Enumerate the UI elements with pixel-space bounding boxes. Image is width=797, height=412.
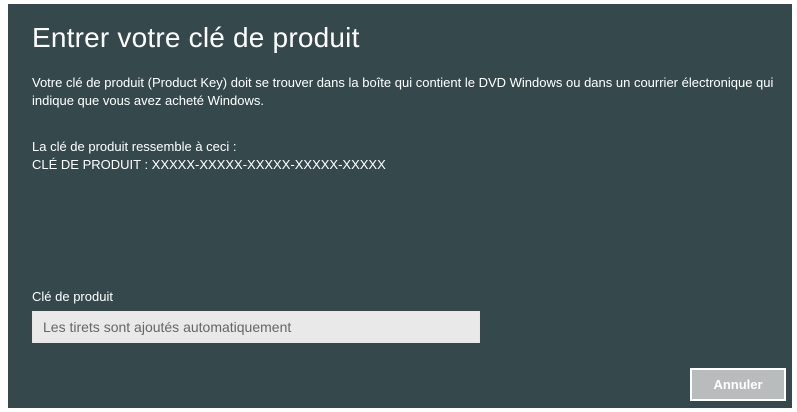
product-key-input[interactable] bbox=[32, 311, 480, 343]
dialog-description: Votre clé de produit (Product Key) doit … bbox=[32, 75, 774, 108]
example-key-text: CLÉ DE PRODUIT : XXXXX-XXXXX-XXXXX-XXXXX… bbox=[32, 157, 386, 172]
example-intro-text: La clé de produit ressemble à ceci : bbox=[32, 139, 237, 154]
product-key-label: Clé de produit bbox=[32, 289, 113, 304]
product-key-dialog: Entrer votre clé de produit Votre clé de… bbox=[8, 4, 792, 408]
dialog-title: Entrer votre clé de produit bbox=[32, 22, 360, 53]
cancel-button[interactable]: Annuler bbox=[690, 368, 786, 401]
